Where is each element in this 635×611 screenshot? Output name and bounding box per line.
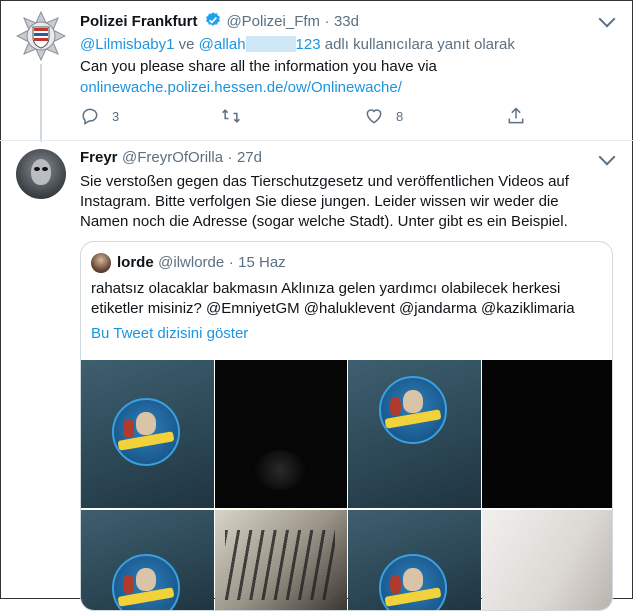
share-icon [508,107,524,124]
media-logo [379,376,447,444]
author-handle[interactable]: @Polizei_Ffm [226,13,320,30]
reply-mention-2-tail[interactable]: 123 [296,36,321,53]
quoted-body-line-1: rahatsız olacaklar bakmasın Aklınıza gel… [91,280,561,297]
cage-bars [225,530,335,600]
reply-mention-2[interactable]: @allah [199,36,246,53]
quoted-tweet-card[interactable]: lorde @ilwlorde · 15 Haz rahatsız olacak… [80,241,613,611]
avatar-eye-right [42,167,48,171]
quoted-author-name[interactable]: lorde [117,254,154,271]
lorde-avatar[interactable] [91,253,111,273]
freyr-avatar[interactable] [16,149,66,199]
author-name[interactable]: Freyr [80,149,118,166]
police-avatar[interactable] [16,11,66,61]
author-handle[interactable]: @FreyrOfOrilla [122,149,223,166]
verified-badge-icon [204,11,222,34]
reply-and: ve [178,36,195,53]
avatar-face [31,159,51,185]
media-tile-2[interactable] [215,360,347,508]
police-star-icon [16,11,66,61]
separator-dot: · [227,149,233,166]
author-name[interactable]: Polizei Frankfurt [80,13,198,30]
media-tile-5[interactable] [81,510,214,610]
media-logo [112,398,180,466]
quoted-body-line-2: etiketler misiniz? @EmniyetGM @halukleve… [91,300,575,317]
tweet-body: Can you please share all the information… [80,58,437,75]
media-tile-4[interactable] [482,360,612,508]
media-tile-6[interactable] [215,510,347,610]
quoted-time: 15 Haz [238,254,286,271]
media-tile-1[interactable] [81,360,214,508]
like-button[interactable]: 8 [364,106,403,126]
media-tile-8[interactable] [482,510,612,610]
reply-mention-1[interactable]: @Lilmisbaby1 [80,36,174,53]
show-thread-link[interactable]: Bu Tweet dizisini göster [91,324,248,344]
media-logo [112,554,180,610]
avatar-eye-left [34,167,40,171]
reply-count: 3 [112,108,120,124]
retweet-button[interactable] [220,106,242,126]
tweet-body-line-3: Namen noch die Adresse (sogar welche Sta… [80,213,568,230]
dark-shape [255,450,305,490]
tweet-link[interactable]: onlinewache.polizei.hessen.de/ow/Onlinew… [80,78,402,98]
reply-icon [82,108,98,125]
tweet-time[interactable]: 27d [237,149,262,166]
quoted-author-handle[interactable]: @ilwlorde [158,254,224,271]
tweet-time[interactable]: 33d [334,13,359,30]
thread-connector [40,64,42,142]
reply-suffix: adlı kullanıcılara yanıt olarak [324,36,515,53]
tweet-body-line-2: Instagram. Bitte verfolgen Sie diese jun… [80,193,559,210]
media-logo [379,554,447,610]
retweet-icon [222,109,240,123]
reply-button[interactable]: 3 [80,106,119,126]
tweet-divider [0,140,633,141]
tweet-body-line-1: Sie verstoßen gegen das Tierschutzgesetz… [80,173,569,190]
share-button[interactable] [506,106,526,126]
like-icon [366,109,382,124]
media-tile-7[interactable] [348,510,481,610]
separator-dot: · [228,254,234,271]
redaction-block [245,36,296,52]
separator-dot: · [324,13,330,30]
media-tile-3[interactable] [348,360,481,508]
like-count: 8 [396,108,404,124]
